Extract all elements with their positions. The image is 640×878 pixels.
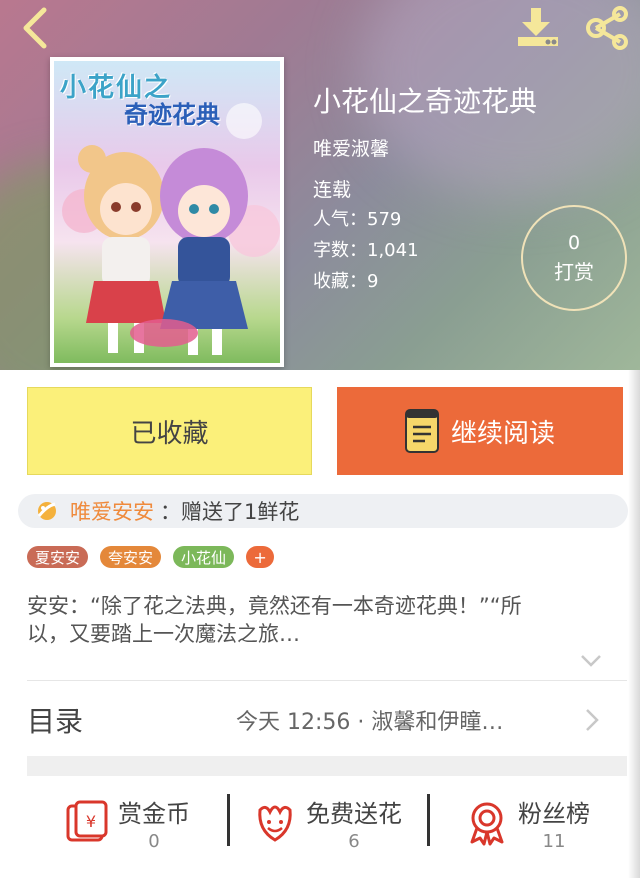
cover-artwork: 小花仙之 奇迹花典	[54, 61, 280, 363]
latest-chapter[interactable]: 今天 12:56 · 淑馨和伊瞳…	[236, 704, 503, 736]
fan-ranking-count: 11	[542, 831, 566, 852]
book-title: 小花仙之奇迹花典	[313, 85, 538, 118]
share-button[interactable]	[584, 6, 632, 50]
send-flower-count: 6	[348, 831, 360, 852]
share-icon	[586, 6, 628, 50]
action-bar: ¥ 赏金币 0 免费送花 6 粉丝榜 11	[27, 776, 627, 870]
book-author[interactable]: 唯爱淑馨	[313, 134, 389, 161]
book-icon	[404, 409, 439, 453]
coin-reward-button[interactable]: ¥ 赏金币 0	[27, 776, 227, 870]
book-header: 小花仙之 奇迹花典 小花仙之奇迹花典 唯爱淑馨 连载 人气：579 字数：1,0…	[0, 0, 640, 370]
divider	[27, 680, 627, 681]
continue-reading-button[interactable]: 继续阅读	[337, 387, 623, 475]
screen-edge	[628, 370, 640, 878]
fan-ranking-button[interactable]: 粉丝榜 11	[427, 776, 627, 870]
send-flower-label: 免费送花	[306, 800, 402, 828]
popularity-stat: 人气：579	[313, 209, 402, 230]
book-detail-main: 已收藏 继续阅读 唯爱安安 ：赠送了1鲜花 夏安安 夸安安 小花仙 + 安安：“…	[0, 370, 640, 878]
book-intro[interactable]: 安安：“除了花之法典，竟然还有一本奇迹花典！”“所以，又要踏上一次魔法之旅…	[27, 592, 547, 648]
download-button[interactable]	[514, 6, 562, 50]
gift-user[interactable]: 唯爱安安	[70, 496, 154, 526]
reward-label: 打赏	[554, 259, 594, 284]
fan-ranking-label: 粉丝榜	[518, 800, 590, 828]
word-count-stat: 字数：1,041	[313, 240, 419, 261]
continue-reading-label: 继续阅读	[450, 418, 555, 449]
book-cover[interactable]: 小花仙之 奇迹花典	[50, 57, 284, 367]
reward-count: 0	[567, 231, 581, 254]
chevron-right-icon[interactable]	[584, 708, 600, 732]
book-status: 连载	[313, 179, 352, 201]
coin-reward-label: 赏金币	[118, 800, 190, 828]
catalog-label[interactable]: 目录	[27, 700, 83, 740]
svg-text:¥: ¥	[86, 812, 96, 831]
tag-item[interactable]: 小花仙	[173, 546, 235, 568]
flower-gift-icon	[37, 502, 56, 520]
section-separator	[27, 756, 627, 776]
add-tag-button[interactable]: +	[246, 546, 275, 568]
reward-button[interactable]: 0 打赏	[521, 205, 627, 311]
flower-icon	[258, 805, 292, 842]
chevron-left-icon	[23, 7, 47, 49]
back-button[interactable]	[14, 6, 54, 50]
tag-list: 夏安安 夸安安 小花仙 +	[27, 546, 275, 568]
gift-text: ：赠送了1鲜花	[160, 500, 300, 524]
coin-reward-count: 0	[148, 831, 160, 852]
favorites-stat: 收藏：9	[313, 271, 379, 292]
download-icon	[518, 8, 558, 46]
red-envelope-icon: ¥	[66, 800, 108, 842]
send-flower-button[interactable]: 免费送花 6	[227, 776, 427, 870]
tag-item[interactable]: 夏安安	[27, 546, 89, 568]
tag-item[interactable]: 夸安安	[100, 546, 162, 568]
collected-button[interactable]: 已收藏	[27, 387, 312, 475]
gift-notice[interactable]: 唯爱安安 ：赠送了1鲜花	[18, 494, 628, 528]
chevron-down-icon[interactable]	[580, 654, 602, 668]
medal-icon	[470, 802, 504, 846]
cover-title-line2: 奇迹花典	[124, 101, 220, 129]
